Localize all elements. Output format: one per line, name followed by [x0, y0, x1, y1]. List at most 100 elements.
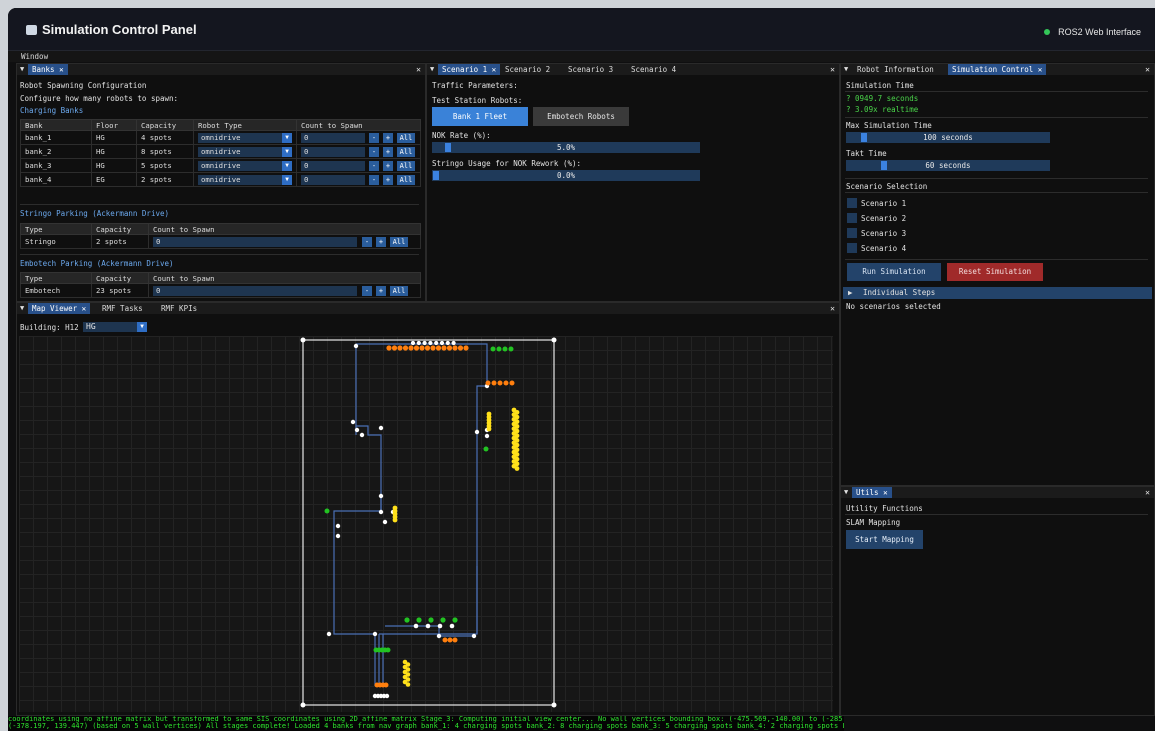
increment-button[interactable]: +	[383, 132, 393, 143]
table-row: bank_3 HG 5 spots omnidrive ▼ 0- + All	[20, 158, 421, 173]
collapse-icon[interactable]: ▼	[430, 64, 434, 75]
stringo-table: Type Capacity Count to Spawn Stringo 2 s…	[20, 223, 421, 249]
wall-vertex	[551, 337, 557, 343]
robot-type-value: omnidrive	[201, 132, 241, 142]
waypoint	[422, 340, 427, 346]
start-mapping-button[interactable]: Start Mapping	[846, 530, 923, 549]
tab-scenario-2[interactable]: Scenario 2	[501, 64, 554, 75]
decrement-button[interactable]: -	[369, 132, 379, 143]
increment-button[interactable]: +	[376, 236, 386, 247]
map-viewer-panel: ▼ Map Viewer ✕ RMF Tasks RMF KPIs ✕ Buil…	[16, 302, 840, 716]
close-icon[interactable]: ✕	[1145, 64, 1150, 75]
stringo-count-input[interactable]: 0	[153, 236, 357, 247]
takt-time-slider[interactable]: 60 seconds	[846, 160, 1050, 171]
embotech-robots-button[interactable]: Embotech Robots	[533, 107, 629, 126]
map-canvas[interactable]	[19, 336, 833, 712]
decrement-button[interactable]: -	[369, 146, 379, 157]
tab-scenario-3[interactable]: Scenario 3	[564, 64, 617, 75]
stringo-heading: Stringo Parking (Ackermann Drive)	[20, 209, 170, 218]
collapse-icon[interactable]: ▼	[844, 487, 848, 498]
charger-spot	[457, 345, 464, 351]
run-simulation-button[interactable]: Run Simulation	[847, 263, 941, 281]
robot-type-select[interactable]: omnidrive ▼	[198, 174, 292, 185]
tab-rmf-tasks[interactable]: RMF Tasks	[98, 303, 147, 314]
col-bank: Bank	[20, 119, 92, 131]
nok-rate-slider[interactable]: 5.0%	[432, 142, 700, 153]
robot-type-select[interactable]: omnidrive ▼	[198, 146, 292, 157]
close-icon[interactable]: ✕	[416, 64, 421, 75]
tab-banks[interactable]: Banks ✕	[28, 64, 68, 75]
collapse-icon[interactable]: ▼	[844, 64, 848, 75]
count-input[interactable]: 0	[301, 146, 365, 157]
app-window: Simulation Control Panel ROS2 Web Interf…	[8, 8, 1155, 731]
tab-utils[interactable]: Utils ✕	[852, 487, 892, 498]
spawn-all-button[interactable]: All	[397, 132, 415, 143]
utility-heading: Utility Functions	[846, 504, 923, 513]
scenario-3-checkbox[interactable]	[847, 228, 857, 238]
divider	[845, 192, 1148, 193]
floor-map[interactable]	[19, 336, 833, 712]
count-input[interactable]: 0	[301, 132, 365, 143]
close-icon[interactable]: ✕	[830, 303, 835, 314]
tab-map-viewer[interactable]: Map Viewer ✕	[28, 303, 91, 314]
table-row: bank_2 HG 8 spots omnidrive ▼ 0- + All	[20, 144, 421, 159]
expand-arrow-icon: ▶	[848, 288, 853, 297]
robot-type-select[interactable]: omnidrive ▼	[198, 132, 292, 143]
status-dot-icon	[1044, 29, 1051, 35]
spawn-all-button[interactable]: All	[397, 160, 415, 171]
tab-scenario-4[interactable]: Scenario 4	[627, 64, 680, 75]
robot-type-select[interactable]: omnidrive ▼	[198, 160, 292, 171]
max-time-slider[interactable]: 100 seconds	[846, 132, 1050, 143]
collapse-icon[interactable]: ▼	[20, 303, 24, 314]
spawn-all-button[interactable]: All	[390, 285, 408, 296]
charger-spot	[413, 345, 420, 351]
floor-select[interactable]: HG ▼	[83, 322, 147, 332]
decrement-button[interactable]: -	[362, 236, 372, 247]
tab-scenario-1[interactable]: Scenario 1 ✕	[438, 64, 501, 75]
charger-spot	[408, 345, 414, 351]
embotech-count-input[interactable]: 0	[153, 285, 357, 296]
decrement-button[interactable]: -	[362, 285, 372, 296]
spawn-all-button[interactable]: All	[390, 236, 408, 247]
bank1-fleet-button[interactable]: Bank 1 Fleet	[432, 107, 528, 126]
bank-capacity: 8 spots	[136, 144, 194, 159]
individual-steps-label: Individual Steps	[863, 288, 936, 297]
menu-window[interactable]: Window	[21, 52, 48, 61]
count-input[interactable]: 0	[301, 160, 365, 171]
wall-vertex	[300, 702, 306, 708]
charger-spot	[485, 380, 491, 386]
scenario-3-label: Scenario 3	[861, 229, 907, 238]
nav-lane	[356, 343, 488, 635]
waypoint	[425, 623, 431, 629]
spawn-all-button[interactable]: All	[397, 174, 415, 185]
increment-button[interactable]: +	[383, 160, 393, 171]
waypoint	[451, 340, 456, 346]
spawn-all-button[interactable]: All	[397, 146, 415, 157]
scenario-4-checkbox[interactable]	[847, 243, 857, 253]
increment-button[interactable]: +	[383, 146, 393, 157]
close-icon[interactable]: ✕	[1145, 487, 1150, 498]
close-icon[interactable]: ✕	[830, 64, 835, 75]
decrement-button[interactable]: -	[369, 174, 379, 185]
simulation-control-panel: ▼ Robot Information Simulation Control ✕…	[840, 63, 1155, 486]
scenario-1-checkbox[interactable]	[847, 198, 857, 208]
scenario-2-checkbox[interactable]	[847, 213, 857, 223]
waypoint	[353, 343, 359, 349]
count-input[interactable]: 0	[301, 174, 365, 185]
increment-button[interactable]: +	[383, 174, 393, 185]
reset-simulation-button[interactable]: Reset Simulation	[947, 263, 1043, 281]
decrement-button[interactable]: -	[369, 160, 379, 171]
charger-spot	[435, 345, 442, 351]
increment-button[interactable]: +	[376, 285, 386, 296]
divider	[845, 91, 1148, 92]
stringo-usage-slider[interactable]: 0.0%	[432, 170, 700, 181]
table-header: Bank Floor Capacity Robot Type Count to …	[20, 119, 421, 131]
collapse-icon[interactable]: ▼	[20, 64, 24, 75]
stringo-count-cell: 0 - + All	[148, 234, 421, 249]
tab-simulation-control[interactable]: Simulation Control ✕	[948, 64, 1047, 75]
table-row: Embotech 23 spots 0 - + All	[20, 283, 421, 298]
tab-rmf-kpis[interactable]: RMF KPIs	[157, 303, 201, 314]
individual-steps-header[interactable]: ▶ Individual Steps	[843, 287, 1152, 299]
count-cell: 0- + All	[296, 172, 421, 187]
tab-robot-information[interactable]: Robot Information	[853, 64, 938, 75]
